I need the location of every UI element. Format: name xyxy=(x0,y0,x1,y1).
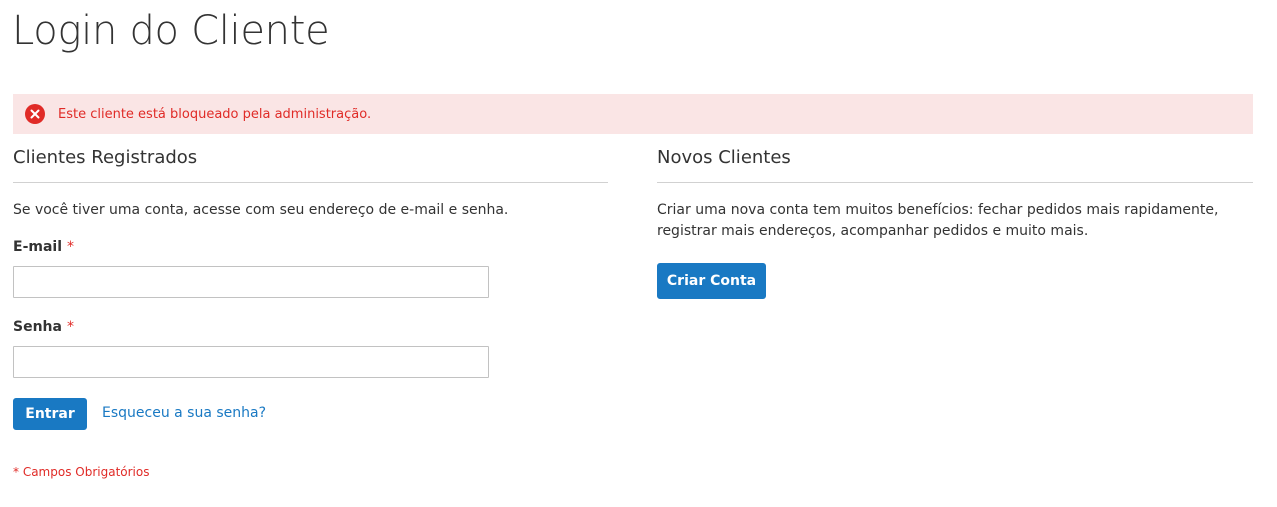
new-customers-block: Novos Clientes Criar uma nova conta tem … xyxy=(657,146,1253,299)
email-label: E-mail * xyxy=(13,239,74,255)
password-required-star: * xyxy=(66,319,74,335)
new-customers-title: Novos Clientes xyxy=(657,146,1253,183)
forgot-password-link[interactable]: Esqueceu a sua senha? xyxy=(102,405,266,421)
new-customers-intro: Criar uma nova conta tem muitos benefíci… xyxy=(657,202,1219,239)
password-label: Senha * xyxy=(13,319,74,335)
registered-customers-block: Clientes Registrados Se você tiver uma c… xyxy=(13,146,608,479)
error-circle-x-icon xyxy=(25,104,45,124)
page-title: Login do Cliente xyxy=(12,8,330,54)
registered-customers-title: Clientes Registrados xyxy=(13,146,608,183)
password-label-text: Senha xyxy=(13,319,62,335)
required-fields-note: * Campos Obrigatórios xyxy=(13,465,150,479)
registered-customers-intro: Se você tiver uma conta, acesse com seu … xyxy=(13,202,509,218)
page: Login do Cliente Este cliente está bloqu… xyxy=(0,0,1277,507)
email-label-text: E-mail xyxy=(13,239,63,255)
login-button[interactable]: Entrar xyxy=(13,398,87,430)
email-required-star: * xyxy=(67,239,75,255)
error-text: Este cliente está bloqueado pela adminis… xyxy=(58,106,372,122)
email-field[interactable] xyxy=(13,266,489,298)
create-account-button[interactable]: Criar Conta xyxy=(657,263,766,299)
password-field[interactable] xyxy=(13,346,489,378)
error-message: Este cliente está bloqueado pela adminis… xyxy=(13,94,1253,134)
